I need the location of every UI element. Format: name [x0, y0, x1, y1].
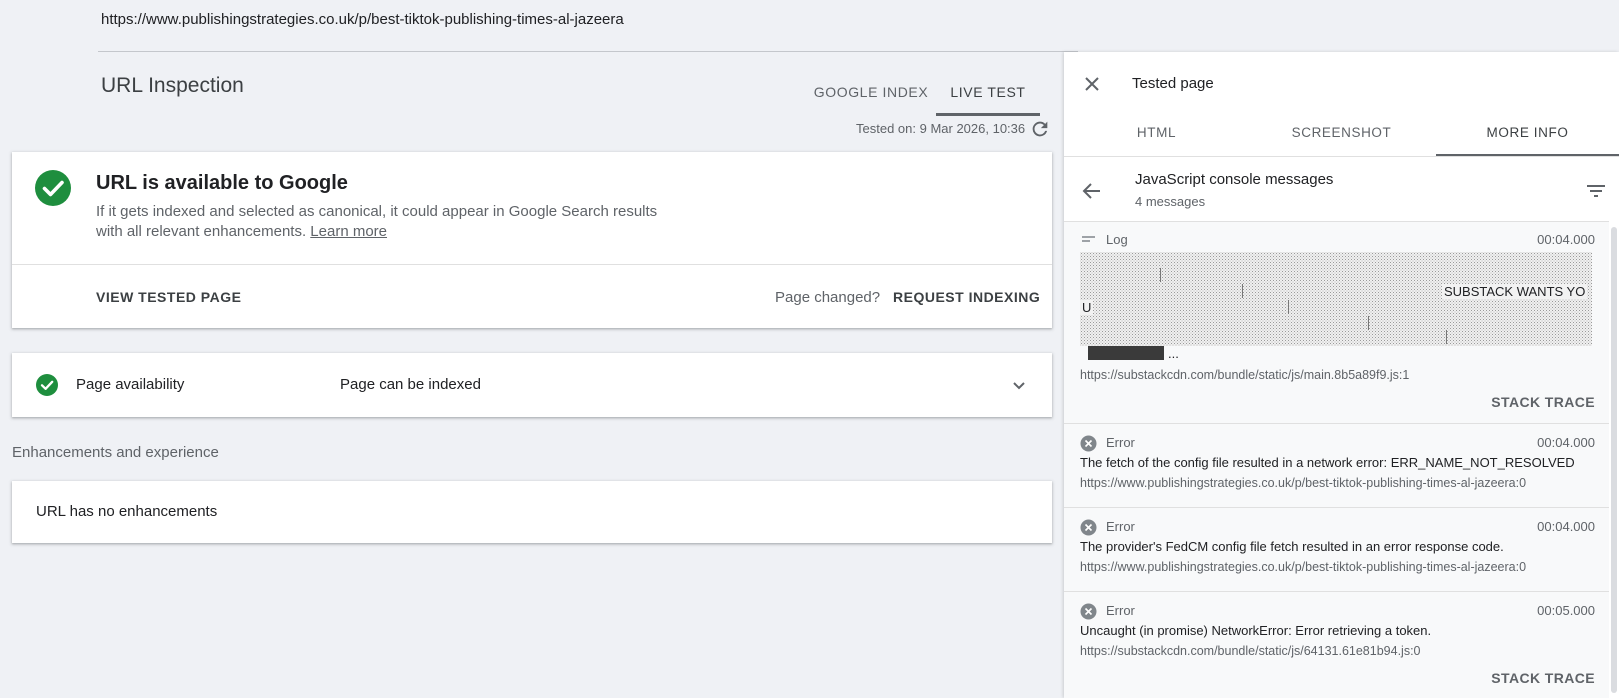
stack-trace-button[interactable]: STACK TRACE	[1491, 394, 1595, 410]
message-type: Error	[1106, 519, 1135, 534]
status-title: URL is available to Google	[96, 172, 348, 194]
page-changed-label: Page changed?	[775, 289, 881, 306]
arrow-back-icon[interactable]	[1080, 179, 1104, 203]
log-text-ellipsis: ...	[1168, 346, 1179, 361]
tab-screenshot[interactable]: SCREENSHOT	[1249, 108, 1434, 156]
console-messages-count: 4 messages	[1135, 194, 1206, 209]
message-type: Error	[1106, 435, 1135, 450]
page-title: URL Inspection	[101, 74, 244, 97]
log-text-fragment: SUBSTACK WANTS YO	[1442, 284, 1588, 299]
tab-google-index[interactable]: GOOGLE INDEX	[804, 68, 938, 116]
garbled-log-content: SUBSTACK WANTS YO U	[1080, 252, 1592, 346]
check-circle-icon	[36, 374, 58, 396]
message-source[interactable]: https://www.publishingstrategies.co.uk/p…	[1080, 560, 1526, 574]
noise-mark	[1160, 268, 1161, 282]
message-text: The provider's FedCM config file fetch r…	[1080, 539, 1504, 554]
log-text-fragment: U	[1080, 300, 1094, 315]
panel-scrollbar[interactable]	[1611, 227, 1617, 693]
enhancements-section-label: Enhancements and experience	[12, 444, 219, 461]
console-message-error: Error 00:04.000 The provider's FedCM con…	[1064, 508, 1609, 592]
page-availability-row[interactable]: Page availability Page can be indexed	[12, 353, 1052, 417]
message-type: Error	[1106, 603, 1135, 618]
log-lines-icon	[1082, 236, 1095, 242]
card-divider	[12, 264, 1052, 265]
page-availability-label: Page availability	[76, 376, 185, 393]
noise-mark	[1368, 316, 1369, 330]
message-timestamp: 00:04.000	[1537, 435, 1595, 450]
message-source[interactable]: https://substackcdn.com/bundle/static/js…	[1080, 644, 1421, 658]
error-circle-icon	[1080, 603, 1097, 620]
console-message-error: Error 00:05.000 Uncaught (in promise) Ne…	[1064, 592, 1609, 698]
message-text: Uncaught (in promise) NetworkError: Erro…	[1080, 623, 1432, 638]
console-messages-title: JavaScript console messages	[1135, 171, 1334, 188]
console-message-error: Error 00:04.000 The fetch of the config …	[1064, 424, 1609, 508]
message-source[interactable]: https://substackcdn.com/bundle/static/js…	[1080, 368, 1409, 382]
tab-html[interactable]: HTML	[1064, 108, 1249, 156]
tab-live-test[interactable]: LIVE TEST	[936, 68, 1040, 116]
refresh-icon[interactable]	[1029, 118, 1051, 140]
redacted-block	[1088, 346, 1164, 360]
inspected-url[interactable]: https://www.publishingstrategies.co.uk/p…	[101, 11, 624, 28]
noise-mark	[1446, 330, 1447, 344]
availability-status-card: URL is available to Google If it gets in…	[12, 152, 1052, 328]
enhancements-card: URL has no enhancements	[12, 481, 1052, 543]
message-timestamp: 00:04.000	[1537, 519, 1595, 534]
message-type: Log	[1106, 232, 1128, 247]
message-timestamp: 00:05.000	[1537, 603, 1595, 618]
chevron-down-icon[interactable]	[1007, 373, 1031, 397]
noise-mark	[1288, 300, 1289, 314]
console-message-log: Log 00:04.000 SUBSTACK WANTS YO U ... ht…	[1064, 222, 1609, 424]
learn-more-link[interactable]: Learn more	[310, 223, 387, 240]
console-message-list[interactable]: Log 00:04.000 SUBSTACK WANTS YO U ... ht…	[1064, 221, 1609, 698]
stack-trace-button[interactable]: STACK TRACE	[1491, 670, 1595, 686]
filter-icon[interactable]	[1584, 179, 1608, 203]
tested-page-panel: Tested page HTML SCREENSHOT MORE INFO Ja…	[1064, 52, 1619, 698]
error-circle-icon	[1080, 435, 1097, 452]
panel-title: Tested page	[1132, 75, 1214, 92]
noise-mark	[1242, 284, 1243, 298]
request-indexing-button[interactable]: REQUEST INDEXING	[893, 289, 1040, 305]
tested-on-timestamp: Tested on: 9 Mar 2026, 10:36	[856, 121, 1026, 136]
close-icon[interactable]	[1080, 72, 1104, 96]
message-text: The fetch of the config file resulted in…	[1080, 455, 1575, 470]
view-tested-page-button[interactable]: VIEW TESTED PAGE	[96, 289, 241, 305]
message-source[interactable]: https://www.publishingstrategies.co.uk/p…	[1080, 476, 1526, 490]
message-timestamp: 00:04.000	[1537, 232, 1595, 247]
url-divider	[98, 51, 1078, 52]
page-availability-value: Page can be indexed	[340, 376, 481, 393]
enhancements-text: URL has no enhancements	[36, 503, 218, 520]
tab-more-info[interactable]: MORE INFO	[1436, 108, 1619, 156]
check-circle-icon	[35, 170, 71, 206]
error-circle-icon	[1080, 519, 1097, 536]
tabs-divider	[1064, 156, 1619, 157]
status-description: If it gets indexed and selected as canon…	[96, 202, 666, 242]
